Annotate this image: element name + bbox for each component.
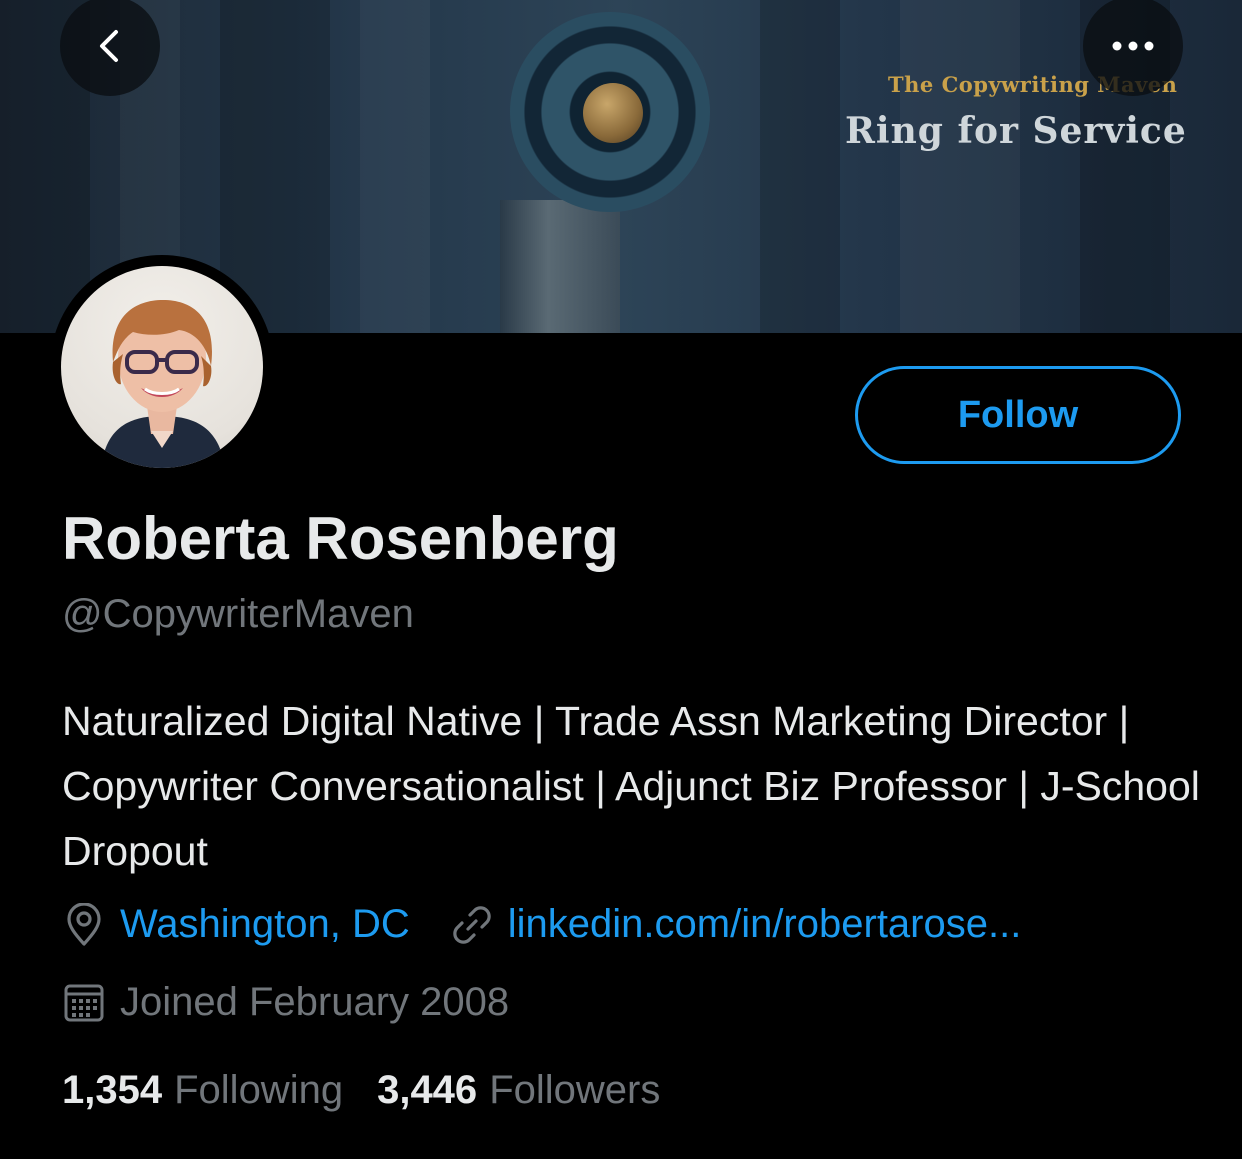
website-item: linkedin.com/in/robertarose... [450,902,1022,947]
more-options-button[interactable] [1083,0,1183,96]
follow-stats: 1,354 Following 3,446 Followers [62,1068,660,1113]
followers-stat[interactable]: 3,446 Followers [377,1068,660,1113]
location-pin-icon [62,902,106,947]
user-handle: @CopywriterMaven [62,592,414,636]
joined-item: Joined February 2008 [62,980,509,1025]
back-button[interactable] [60,0,160,96]
profile-meta-row: Washington, DC linkedin.com/in/robertaro… [62,902,1021,947]
banner-door-post [500,200,620,333]
followers-label: Followers [489,1068,661,1112]
banner-texture [900,0,1020,333]
more-horizontal-icon [1112,41,1154,51]
display-name: Roberta Rosenberg [62,505,619,572]
followers-count: 3,446 [377,1068,478,1112]
location-item: Washington, DC [62,902,410,947]
banner-doorbell-button [583,83,643,143]
joined-row: Joined February 2008 [62,980,509,1025]
profile-bio: Naturalized Digital Native | Trade Assn … [62,698,1200,874]
follow-button[interactable]: Follow [855,366,1181,464]
banner-texture [360,0,430,333]
chevron-left-icon [100,30,118,62]
banner-title: Ring for Service [845,110,1187,152]
calendar-icon [62,981,106,1025]
following-stat[interactable]: 1,354 Following [62,1068,343,1113]
location-text[interactable]: Washington, DC [120,902,410,947]
banner-texture [760,0,840,333]
following-label: Following [174,1068,344,1112]
following-count: 1,354 [62,1068,163,1112]
avatar-portrait [101,300,225,468]
joined-date: Joined February 2008 [120,980,510,1024]
link-icon [450,903,494,947]
avatar[interactable] [61,266,263,468]
website-link[interactable]: linkedin.com/in/robertarose... [508,902,1022,947]
avatar-frame[interactable] [50,255,274,479]
